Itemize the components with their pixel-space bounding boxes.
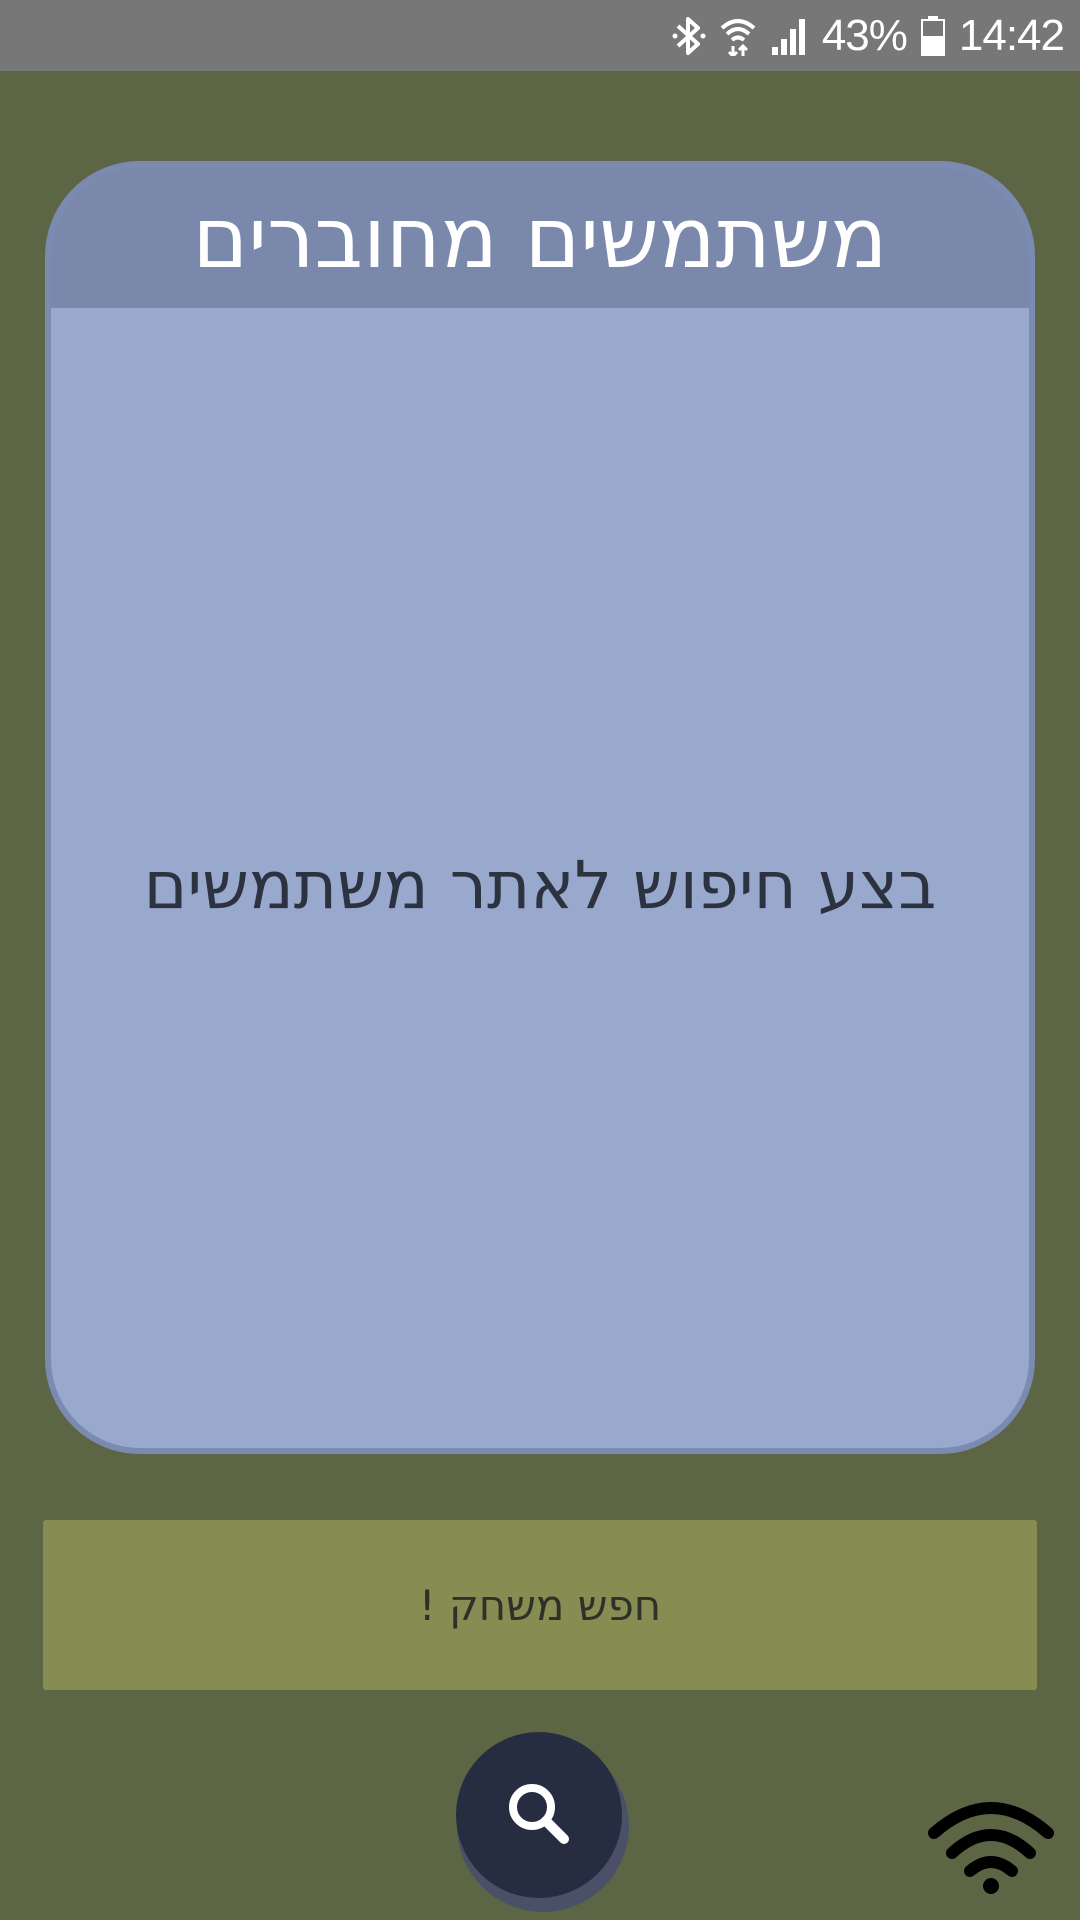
search-icon [502, 1777, 576, 1854]
find-game-label: חפש משחק ! [418, 1580, 662, 1630]
battery-percent: 43% [821, 10, 908, 60]
status-bar: 43% 14:42 [0, 0, 1080, 71]
find-game-button[interactable]: חפש משחק ! [43, 1520, 1037, 1690]
card-header: משתמשים מחוברים [51, 167, 1029, 308]
wifi-icon [928, 1795, 1054, 1895]
wifi-data-icon [720, 16, 756, 56]
status-bar-right: 43% 14:42 [672, 0, 1065, 71]
connected-users-card: משתמשים מחוברים בצע חיפוש לאתר משתמשים [45, 161, 1035, 1454]
battery-icon [920, 15, 945, 56]
bluetooth-icon [672, 15, 706, 57]
card-title: משתמשים מחוברים [192, 188, 888, 287]
empty-users-message: בצע חיפוש לאתר משתמשים [143, 847, 937, 924]
signal-icon [770, 17, 808, 55]
clock: 14:42 [958, 10, 1065, 60]
search-fab-button[interactable] [456, 1732, 622, 1898]
